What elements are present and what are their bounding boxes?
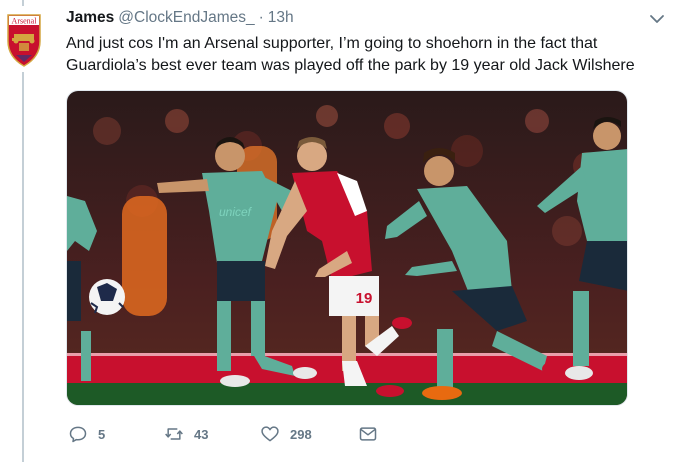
like-button[interactable]: 298 [260,424,312,444]
like-count: 298 [290,426,312,442]
author-name[interactable]: James [66,9,114,27]
crest-text: Arsenal [12,17,38,26]
direct-message-button[interactable] [358,424,378,444]
chevron-down-icon [650,15,664,23]
envelope-icon [359,427,377,441]
author-handle[interactable]: @ClockEndJames_ [118,9,254,27]
arsenal-crest-icon: Arsenal [7,14,41,67]
tweet-text: And just cos I'm an Arsenal supporter, I… [66,35,635,74]
separator-dot: · [258,9,264,26]
tweet-header: James @ClockEndJames_ · 13h [66,9,294,27]
retweet-count: 43 [194,426,209,442]
thread-line-top [22,0,24,6]
retweet-icon [165,428,183,440]
jersey-number: 19 [356,290,373,307]
reply-icon [69,426,87,443]
tweet-actions: 5 43 298 [68,424,398,446]
sponsor-text: unicef [219,205,253,219]
reply-count: 5 [98,426,106,442]
tweet-photo[interactable]: unicef 19 [66,90,628,406]
retweet-button[interactable]: 43 [164,424,208,444]
football-match-photo: unicef 19 [67,91,627,405]
avatar[interactable]: Arsenal [4,11,44,69]
timestamp[interactable]: 13h [268,9,294,27]
reply-button[interactable]: 5 [68,424,105,444]
heart-icon [261,426,279,442]
thread-line [22,72,24,462]
more-options-button[interactable] [648,12,666,26]
